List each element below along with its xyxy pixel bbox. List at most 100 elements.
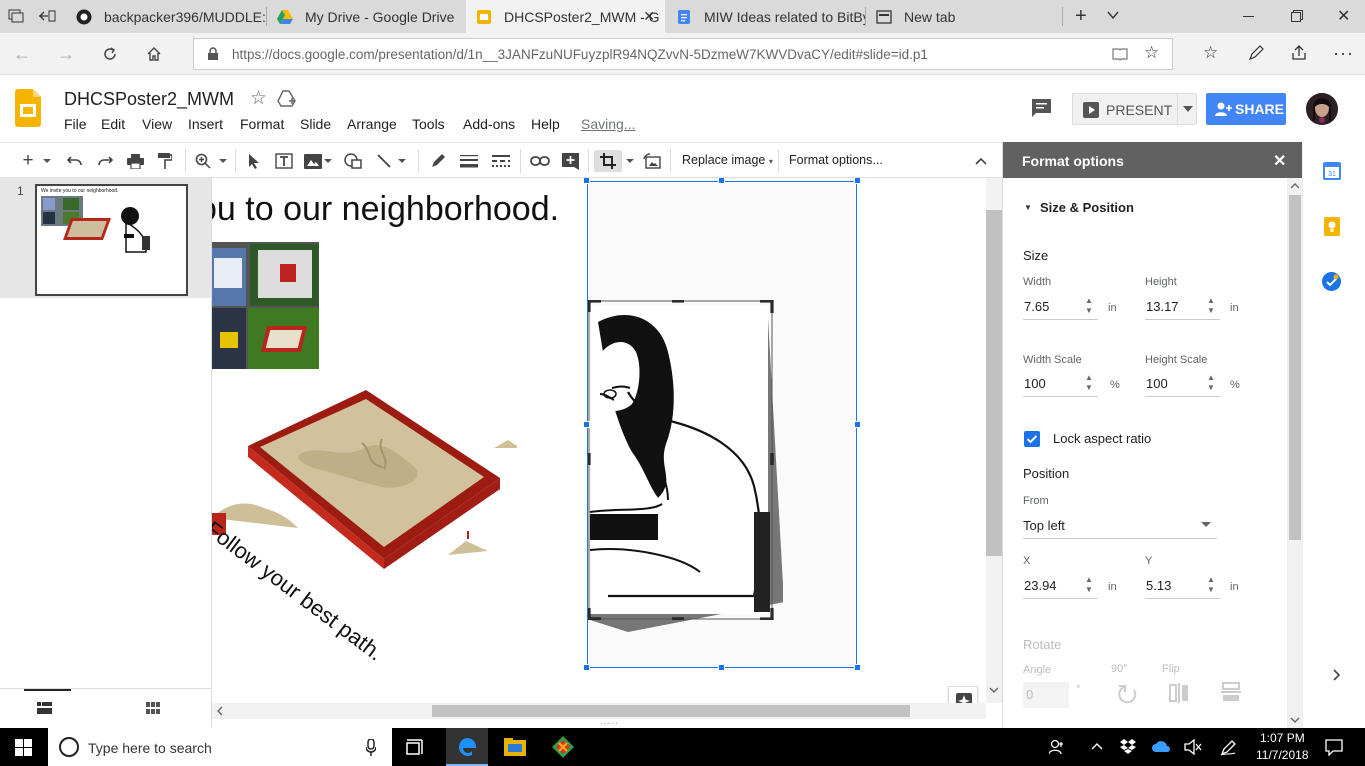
undo-icon[interactable]	[64, 150, 86, 172]
paint-format-icon[interactable]	[154, 150, 176, 172]
panel-scroll-down-chevron-icon[interactable]	[1290, 716, 1300, 724]
line-chevron-icon[interactable]	[396, 150, 408, 172]
canvas-horizontal-scrollbar[interactable]	[212, 703, 986, 719]
lock-aspect-checkbox[interactable]	[1024, 431, 1040, 447]
menu-insert[interactable]: Insert	[188, 116, 223, 132]
height-input[interactable]: 13.17 ▲ ▼	[1145, 294, 1220, 320]
border-color-pen-icon[interactable]	[427, 150, 449, 172]
menu-tools[interactable]: Tools	[412, 116, 445, 132]
photo-collage-image[interactable]	[212, 242, 319, 369]
slide-thumbnail-selected[interactable]: 1 We invite you to our neighborhood.	[0, 178, 211, 298]
replace-image-menu[interactable]: Replace image ▾	[682, 153, 773, 167]
share-button[interactable]: SHARE	[1206, 93, 1286, 125]
menu-file[interactable]: File	[64, 116, 87, 132]
line-icon[interactable]	[373, 150, 395, 172]
resize-handle-n[interactable]	[718, 178, 725, 184]
speaker-notes-drag-handle[interactable]: .....	[600, 716, 619, 727]
border-dash-icon[interactable]	[490, 150, 512, 172]
resize-handle-nw[interactable]	[583, 178, 590, 184]
reading-view-icon[interactable]	[1112, 47, 1128, 61]
tab-github[interactable]: backpacker396/MUDDLE: Th	[66, 0, 266, 33]
resize-handle-e[interactable]	[854, 421, 861, 428]
slide-thumbnail[interactable]: We invite you to our neighborhood.	[35, 184, 188, 296]
window-close-icon[interactable]: ✕	[1337, 6, 1350, 26]
image-chevron-icon[interactable]	[322, 150, 334, 172]
volume-muted-icon[interactable]	[1184, 739, 1202, 755]
section-size-position[interactable]: Size & Position	[1040, 200, 1134, 215]
clock-time[interactable]: 1:07 PM	[1260, 731, 1305, 745]
pen-notes-icon[interactable]	[1248, 45, 1264, 61]
star-icon[interactable]: ☆	[250, 87, 267, 110]
close-panel-icon[interactable]: ✕	[1273, 151, 1286, 171]
angle-input[interactable]: 0	[1023, 682, 1069, 708]
scroll-left-chevron-icon[interactable]	[216, 706, 224, 716]
selected-image-frame[interactable]	[587, 181, 857, 668]
border-weight-icon[interactable]	[458, 150, 480, 172]
tray-chevron-up-icon[interactable]	[1091, 742, 1103, 750]
resize-handle-se[interactable]	[854, 664, 861, 671]
sandbox-image[interactable]	[212, 383, 517, 573]
flip-vertical-icon[interactable]	[1219, 681, 1243, 703]
microphone-icon[interactable]	[366, 739, 376, 756]
document-title[interactable]: DHCSPoster2_MWM	[64, 89, 234, 110]
present-button[interactable]: PRESENT	[1072, 93, 1197, 125]
resize-handle-w[interactable]	[583, 421, 590, 428]
refresh-icon[interactable]	[97, 41, 123, 67]
task-view-icon[interactable]	[406, 739, 425, 755]
grid-view-icon[interactable]	[146, 702, 160, 714]
lock-aspect-label[interactable]: Lock aspect ratio	[1053, 431, 1151, 446]
add-comment-icon[interactable]	[559, 150, 581, 172]
new-tab-plus-icon[interactable]: +	[1075, 5, 1087, 28]
zoom-chevron-icon[interactable]	[216, 150, 230, 172]
window-restore-icon[interactable]	[1291, 10, 1303, 22]
crop-image-icon[interactable]	[594, 150, 622, 172]
format-options-button[interactable]: Format options...	[789, 153, 883, 167]
print-icon[interactable]	[124, 150, 146, 172]
shape-icon[interactable]	[342, 150, 364, 172]
comments-icon[interactable]	[1031, 98, 1052, 118]
insert-link-icon[interactable]	[529, 150, 551, 172]
menu-view[interactable]: View	[142, 116, 172, 132]
set-tabs-aside-icon[interactable]	[38, 9, 56, 23]
slide-canvas[interactable]: ou to our neighborhood. Follow your best	[212, 178, 986, 703]
select-pointer-icon[interactable]	[243, 150, 265, 172]
tab-google-docs[interactable]: MIW Ideas related to BitByt	[666, 0, 865, 33]
panel-scrollbar[interactable]	[1287, 178, 1302, 728]
share-page-icon[interactable]	[1290, 45, 1308, 61]
section-collapse-chevron-icon[interactable]: ▼	[1024, 203, 1032, 212]
filmstrip-view-icon[interactable]	[37, 702, 52, 714]
tab-google-slides[interactable]: DHCSPoster2_MWM - G ✕	[466, 0, 665, 33]
resize-handle-ne[interactable]	[854, 178, 861, 184]
crop-chevron-icon[interactable]	[624, 150, 636, 172]
menu-arrange[interactable]: Arrange	[347, 116, 397, 132]
menu-add-ons[interactable]: Add-ons	[463, 116, 515, 132]
app-diamond-icon[interactable]	[552, 736, 574, 758]
slides-logo-icon[interactable]	[15, 89, 41, 127]
menu-format[interactable]: Format	[240, 116, 284, 132]
tab-list-chevron-icon[interactable]	[1106, 8, 1120, 22]
panel-scroll-up-chevron-icon[interactable]	[1290, 182, 1300, 190]
explore-button[interactable]	[948, 686, 978, 703]
taskbar-search-input[interactable]: Type here to search	[48, 728, 392, 766]
expand-panel-chevron-icon[interactable]	[1333, 669, 1341, 681]
window-minimize-icon[interactable]	[1243, 16, 1254, 17]
tab-new-tab[interactable]: New tab	[866, 0, 1062, 33]
file-explorer-icon[interactable]	[504, 738, 526, 756]
more-menu-icon[interactable]: ···	[1333, 43, 1354, 64]
move-to-drive-icon[interactable]	[277, 90, 296, 107]
action-center-icon[interactable]	[1325, 739, 1343, 756]
rotate-90-icon[interactable]	[1116, 682, 1138, 704]
favorites-icon[interactable]: ☆	[1203, 43, 1218, 63]
menu-help[interactable]: Help	[531, 116, 560, 132]
back-arrow-icon[interactable]: ←	[9, 41, 35, 67]
address-input[interactable]: https://docs.google.com/presentation/d/1…	[193, 38, 1173, 70]
calendar-icon[interactable]: 31	[1323, 162, 1341, 180]
menu-edit[interactable]: Edit	[101, 116, 125, 132]
pen-workspace-icon[interactable]	[1220, 739, 1237, 756]
keep-icon[interactable]	[1324, 217, 1340, 236]
avatar[interactable]	[1306, 93, 1338, 125]
tab-actions-icon[interactable]	[8, 9, 24, 23]
resize-handle-s[interactable]	[718, 664, 725, 671]
windows-start-icon[interactable]	[15, 739, 32, 756]
redo-icon[interactable]	[94, 150, 116, 172]
